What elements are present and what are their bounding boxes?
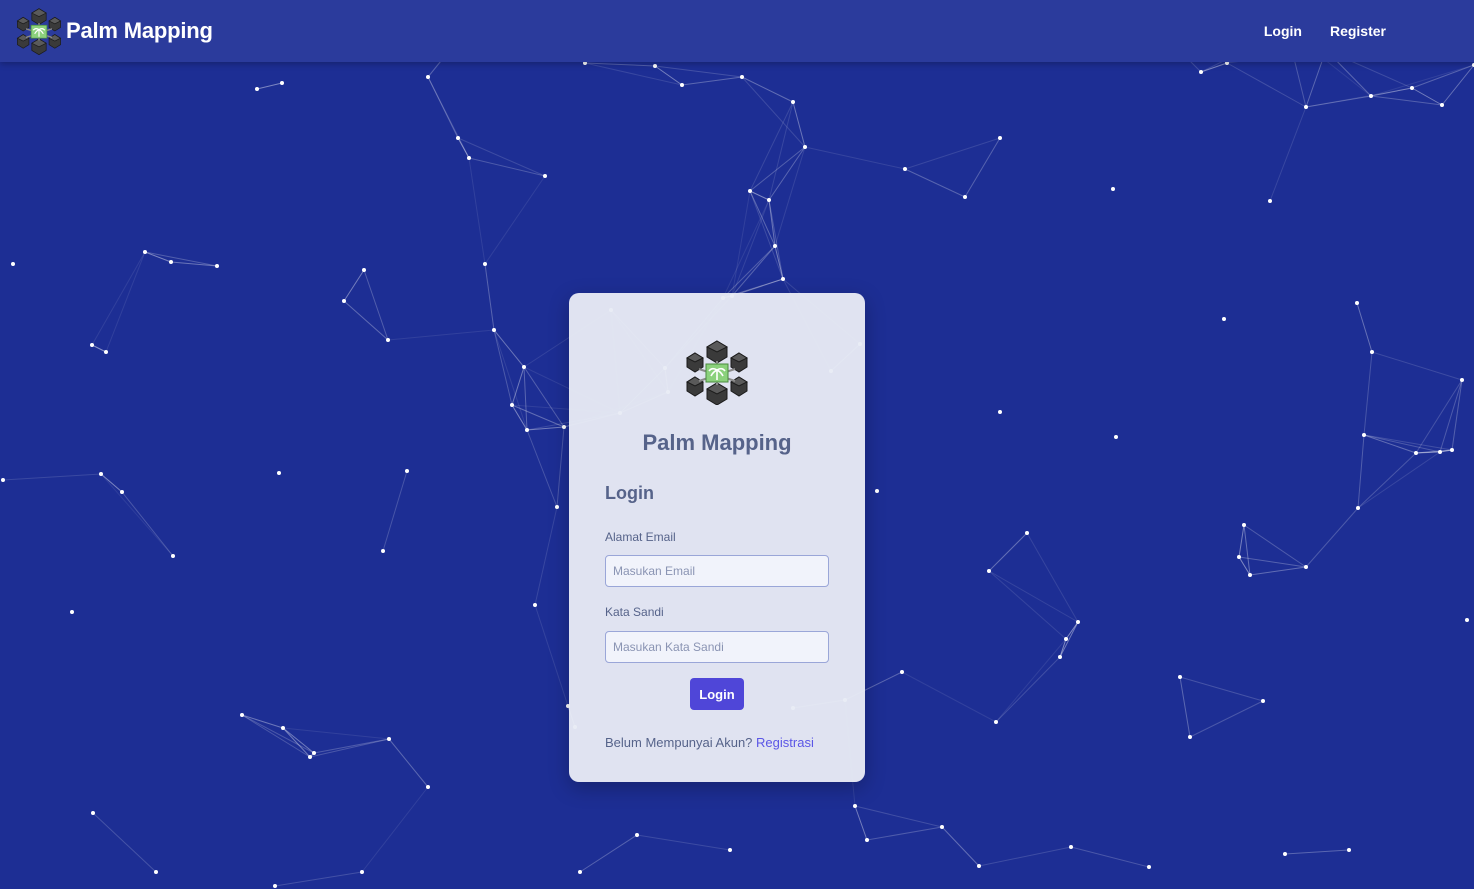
register-link[interactable]: Registrasi [756, 735, 814, 750]
nav-register-link[interactable]: Register [1330, 23, 1386, 39]
card-title: Palm Mapping [642, 430, 792, 455]
email-label: Alamat Email [605, 530, 676, 544]
password-label: Kata Sandi [605, 605, 664, 619]
nav-links: Login Register [1264, 23, 1386, 39]
register-prompt: Belum Mempunyai Akun? Registrasi [605, 735, 835, 750]
login-card: Palm Mapping Login Alamat Email Kata San… [569, 293, 865, 782]
brand-name: Palm Mapping [66, 18, 213, 43]
email-input[interactable] [605, 555, 829, 587]
top-navbar: Palm Mapping Login Register [0, 0, 1474, 62]
register-prompt-text: Belum Mempunyai Akun? [605, 735, 753, 750]
login-button[interactable]: Login [690, 678, 744, 710]
blockchain-palm-icon [685, 340, 749, 405]
blockchain-palm-icon [16, 8, 62, 55]
nav-login-link[interactable]: Login [1264, 23, 1302, 39]
brand[interactable]: Palm Mapping [16, 7, 213, 55]
form-heading: Login [605, 483, 654, 503]
password-input[interactable] [605, 631, 829, 663]
